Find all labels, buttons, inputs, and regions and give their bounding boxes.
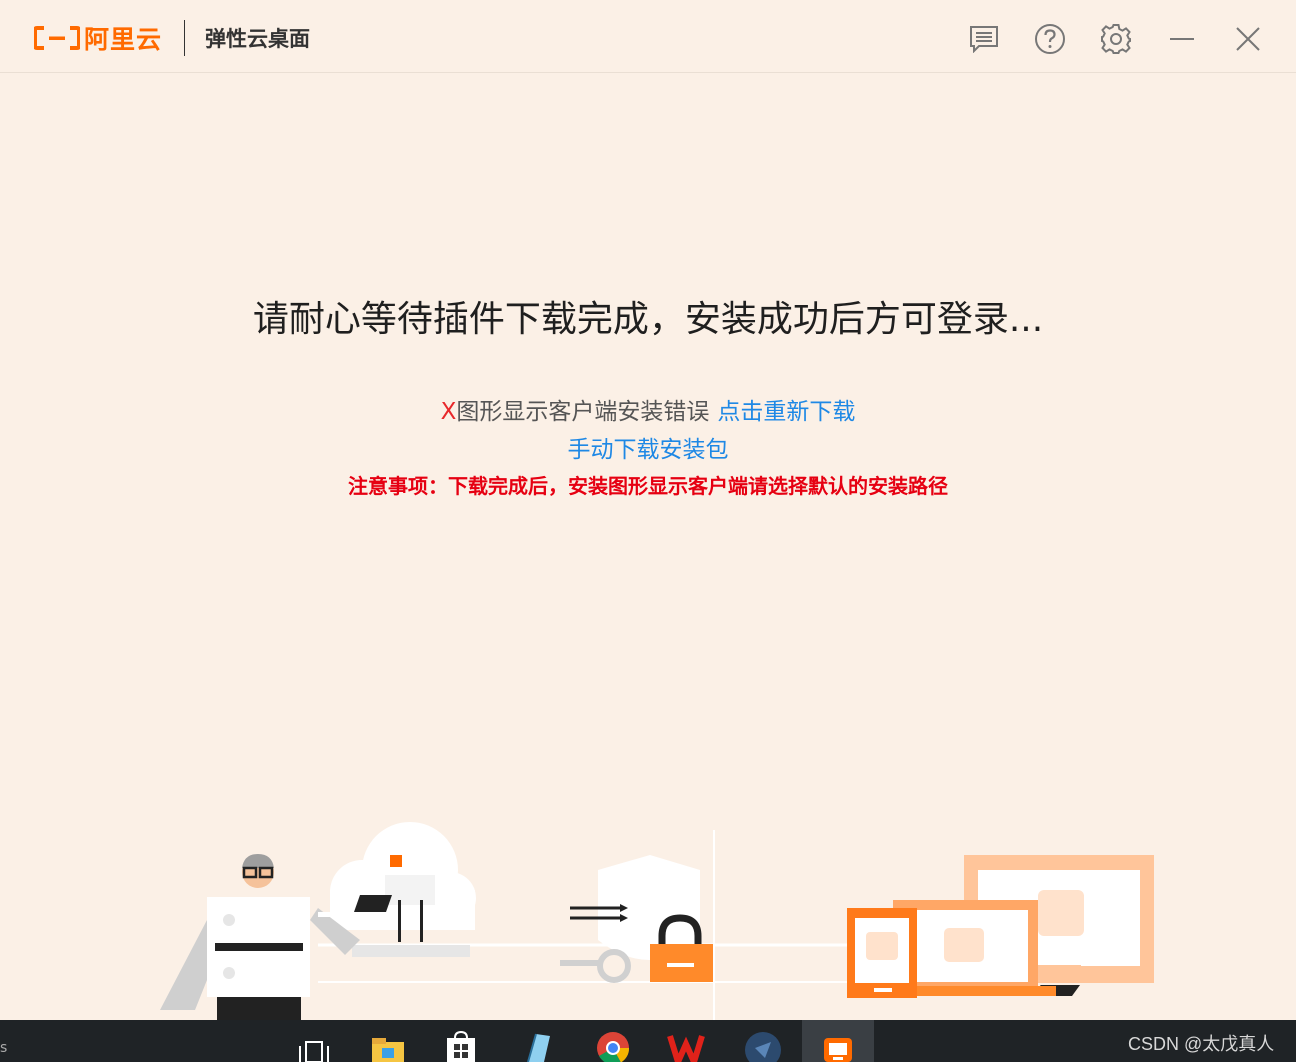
notepad-icon[interactable]	[500, 1020, 572, 1062]
store-icon[interactable]	[425, 1020, 497, 1062]
taskbar-edge-text: s	[0, 1040, 8, 1056]
brand-divider	[184, 20, 186, 56]
error-message: 图形显示客户端安装错误	[456, 399, 710, 425]
app-window: 阿里云 弹性云桌面 请耐心等待插件下载完成，安装成功后方可登录... X图形显示…	[0, 0, 1296, 1020]
product-name: 弹性云桌面	[205, 27, 311, 51]
minimize-icon[interactable]	[1162, 19, 1202, 59]
error-mark-icon: X	[440, 399, 457, 425]
help-icon[interactable]	[1030, 19, 1070, 59]
manual-download-link[interactable]: 手动下载安装包	[0, 430, 1296, 464]
brand-name: 阿里云	[84, 25, 163, 54]
retry-download-link[interactable]: 点击重新下载	[717, 399, 855, 425]
security-lock-illustration	[560, 855, 713, 983]
brand: 阿里云 弹性云桌面	[33, 20, 311, 56]
devices-illustration	[847, 855, 1154, 998]
chrome-icon[interactable]	[577, 1020, 649, 1062]
install-error-line: X图形显示客户端安装错误 点击重新下载	[0, 392, 1296, 426]
close-icon[interactable]	[1228, 19, 1268, 59]
taskbar: s CSDN @太戊真人	[0, 1020, 1296, 1062]
illustration	[0, 790, 1296, 1020]
page-title: 请耐心等待插件下载完成，安装成功后方可登录...	[252, 299, 1044, 340]
gear-icon[interactable]	[1096, 19, 1136, 59]
title-bar: 阿里云 弹性云桌面	[0, 0, 1296, 73]
wps-icon[interactable]	[650, 1020, 722, 1062]
message-icon[interactable]	[964, 19, 1004, 59]
cloud-desktop-icon[interactable]	[802, 1020, 874, 1062]
task-view-icon[interactable]	[276, 1020, 348, 1062]
file-explorer-icon[interactable]	[352, 1020, 424, 1062]
aliyun-logo-icon	[33, 26, 81, 50]
install-notice: 注意事项：下载完成后，安装图形显示客户端请选择默认的安装路径	[348, 474, 948, 498]
csdn-watermark: CSDN @太戊真人	[1128, 1034, 1275, 1054]
feishu-icon[interactable]	[727, 1020, 799, 1062]
